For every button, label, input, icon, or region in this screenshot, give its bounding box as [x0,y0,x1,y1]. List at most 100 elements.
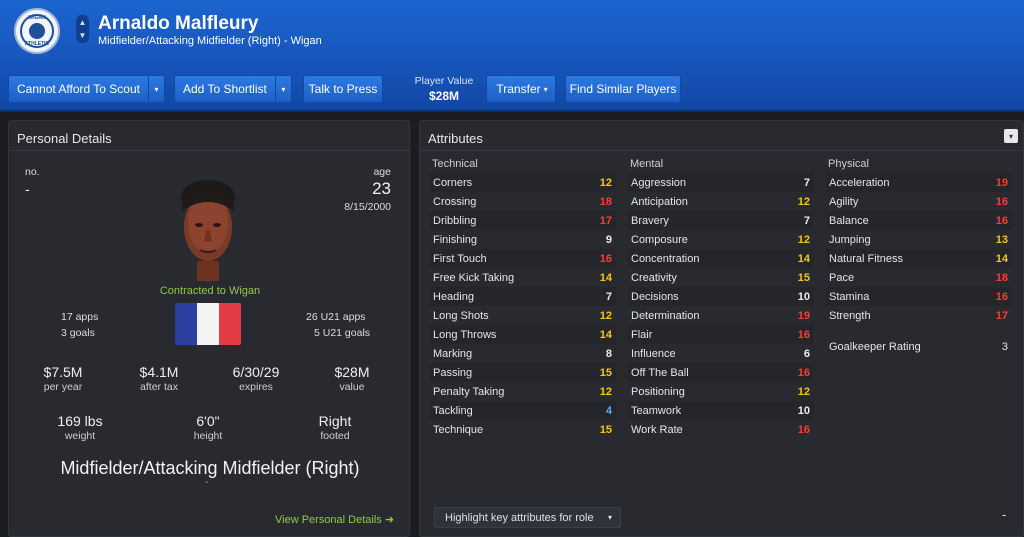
attribute-value: 16 [797,328,810,341]
height-stat: 6'0" height [168,413,248,442]
goalkeeper-rating-value: 3 [1001,340,1008,353]
attribute-name: First Touch [433,252,487,265]
value-value: $28M [334,364,370,380]
collapse-icon[interactable]: - [1002,507,1006,522]
previous-player-icon[interactable]: ▲ [79,17,87,28]
attribute-row: Long Shots 12 [430,306,616,325]
attribute-name: Decisions [631,290,679,303]
attribute-row: Concentration 14 [628,249,814,268]
scout-dropdown-icon[interactable]: ▾ [147,76,164,102]
attribute-name: Marking [433,347,473,360]
player-value-display: Player Value $28M [414,75,474,103]
attribute-value: 6 [803,347,810,360]
shirt-number-label: no. [25,166,40,178]
attribute-name: Balance [829,214,869,227]
attribute-name: Natural Fitness [829,252,903,265]
shirt-number: - [25,181,30,197]
view-personal-details-link[interactable]: View Personal Details ➜ [275,513,394,526]
attribute-name: Jumping [829,233,871,246]
attribute-name: Tackling [433,404,473,417]
after-tax-label: after tax [140,381,178,393]
attribute-name: Work Rate [631,423,683,436]
attribute-name: Passing [433,366,473,379]
attribute-row: Composure 12 [628,230,814,249]
player-nav-arrows: ▲ ▼ [76,15,89,43]
attributes-menu-icon[interactable]: ▾ [1004,129,1018,143]
attribute-value: 12 [797,385,810,398]
age-value: 23 [372,179,391,198]
value-stat: $28M value [312,364,392,393]
attribute-name: Influence [631,347,676,360]
attribute-value: 14 [995,252,1008,265]
attribute-value: 16 [797,366,810,379]
crest-text-bottom: ATHLETIC [24,41,50,47]
attribute-row: Passing 15 [430,363,616,382]
foot-value: Right [318,413,352,429]
contract-status: Contracted to Wigan [159,285,261,297]
attribute-value: 8 [605,347,612,360]
talk-to-press-button[interactable]: Talk to Press [303,75,383,103]
attribute-value: 12 [797,233,810,246]
attribute-value: 10 [797,404,810,417]
shortlist-button[interactable]: Add To Shortlist ▾ [174,75,292,103]
player-name: Arnaldo Malfleury [98,13,259,34]
attribute-row: Jumping 13 [826,230,1012,249]
after-tax-stat: $4.1M after tax [119,364,199,393]
technical-header: Technical [432,158,478,170]
mental-header: Mental [630,158,664,170]
scout-button-label: Cannot Afford To Scout [17,82,140,96]
attribute-value: 18 [995,271,1008,284]
attribute-value: 7 [803,176,810,189]
attribute-value: 16 [995,214,1008,227]
attribute-row: Bravery 7 [628,211,814,230]
attribute-value: 12 [599,385,612,398]
attribute-row: Off The Ball 16 [628,363,814,382]
weight-label: weight [64,430,96,442]
find-similar-players-button[interactable]: Find Similar Players [565,75,681,103]
personal-details-panel: Personal Details no. - age 23 8/15/2000 … [8,120,410,537]
transfer-dropdown-icon: ▾ [543,84,548,94]
date-of-birth: 8/15/2000 [344,201,391,213]
highlight-role-select[interactable]: Highlight key attributes for role ▾ [434,507,621,528]
attribute-name: Anticipation [631,195,688,208]
player-header: WIGAN ATHLETIC ▲ ▼ Arnaldo Malfleury Mid… [0,0,1024,112]
foot-stat: Right footed [295,413,375,442]
weight-stat: 169 lbs weight [40,413,120,442]
attribute-name: Positioning [631,385,685,398]
player-position-club: Midfielder/Attacking Midfielder (Right) … [98,35,322,47]
nationality-flag-icon [175,303,241,345]
attribute-name: Creativity [631,271,677,284]
attribute-value: 19 [995,176,1008,189]
highlight-role-label: Highlight key attributes for role [445,511,594,524]
attribute-row: Decisions 10 [628,287,814,306]
attribute-name: Composure [631,233,688,246]
attribute-name: Long Shots [433,309,489,322]
attribute-row: First Touch 16 [430,249,616,268]
attribute-row: Flair 16 [628,325,814,344]
attribute-value: 17 [599,214,612,227]
chevron-down-icon: ▾ [607,513,612,522]
attribute-name: Long Throws [433,328,497,341]
u21-goals: 5 U21 goals [314,327,371,339]
wage-value: $7.5M [43,364,83,380]
attribute-value: 14 [797,252,810,265]
attribute-name: Dribbling [433,214,477,227]
value-label: value [339,381,365,393]
attribute-name: Corners [433,176,473,189]
attribute-value: 7 [803,214,810,227]
transfer-button[interactable]: Transfer ▾ [486,75,556,103]
attribute-row: Aggression 7 [628,173,814,192]
next-player-icon[interactable]: ▼ [79,30,87,41]
scout-button[interactable]: Cannot Afford To Scout ▾ [8,75,165,103]
shortlist-dropdown-icon[interactable]: ▾ [274,76,291,102]
attribute-row: Strength 17 [826,306,1012,325]
goalkeeper-rating-row: Goalkeeper Rating 3 [826,337,1012,356]
find-similar-players-label: Find Similar Players [569,82,677,96]
attribute-row: Marking 8 [430,344,616,363]
club-goals: 3 goals [61,327,95,339]
attribute-value: 14 [599,271,612,284]
attribute-value: 15 [797,271,810,284]
attribute-row: Determination 19 [628,306,814,325]
attribute-name: Stamina [829,290,870,303]
attribute-value: 19 [797,309,810,322]
